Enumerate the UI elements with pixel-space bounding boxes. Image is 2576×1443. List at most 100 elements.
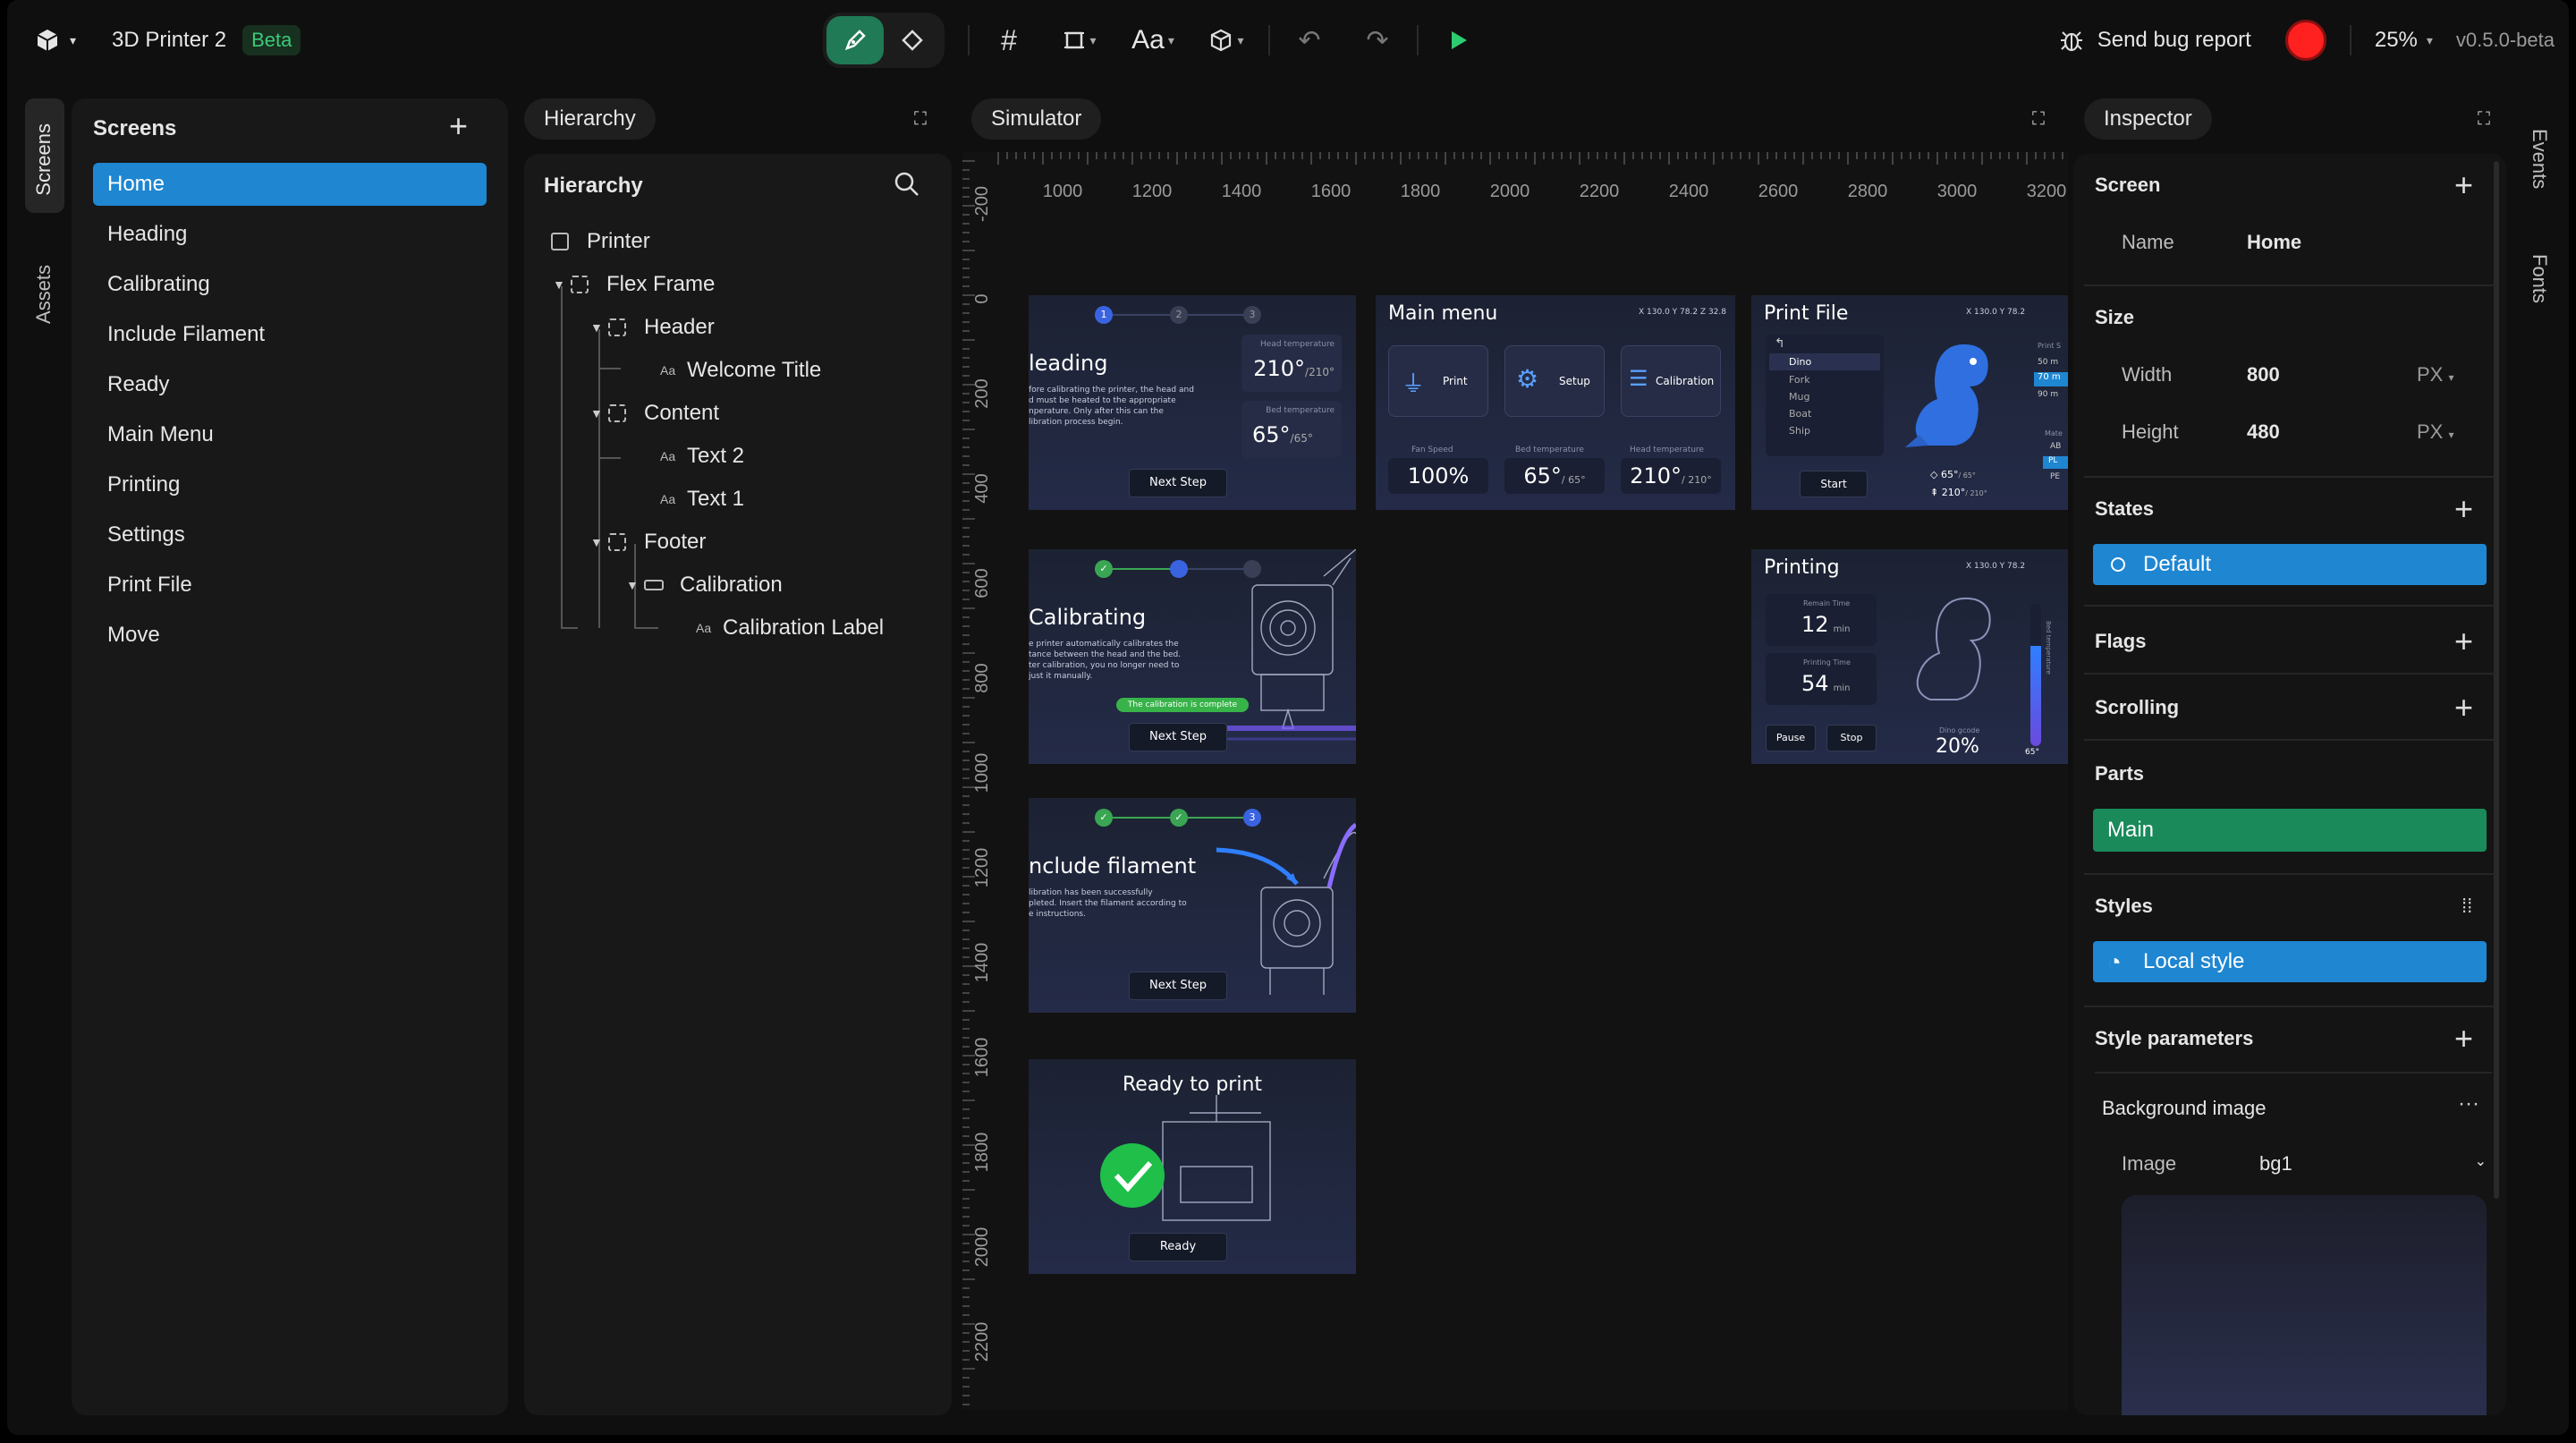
tree-node-text-1[interactable]: Aa Text 1 [660, 480, 744, 519]
screen-item-ready[interactable]: Ready [93, 363, 487, 406]
tab-events[interactable]: Events [2528, 129, 2551, 189]
next-step-button[interactable]: Next Step [1129, 972, 1227, 1000]
more-options-icon[interactable]: ··· [2458, 1091, 2479, 1116]
name-value[interactable]: Home [2247, 231, 2301, 254]
record-button[interactable] [2284, 20, 2326, 61]
inspector-expand-icon[interactable]: ⛶ [2478, 109, 2490, 130]
material-option[interactable]: PE [2050, 472, 2060, 481]
width-input[interactable]: 800 [2247, 363, 2280, 386]
bug-report-button[interactable]: Send bug report [2058, 27, 2251, 54]
caret-down-icon[interactable]: ▼ [590, 406, 608, 420]
add-screen-button[interactable]: + [449, 110, 468, 142]
screen-card-calibrating[interactable]: ✓ Calibrating e printer automatically ca… [1029, 549, 1356, 764]
tree-node-welcome-title[interactable]: Aa Welcome Title [660, 351, 821, 390]
screen-item-print-file[interactable]: Print File [93, 564, 487, 607]
speed-option[interactable]: 50 m [2038, 358, 2058, 367]
frame-tool-button[interactable]: ▾ [1048, 16, 1111, 64]
file-item[interactable]: Dino [1769, 353, 1880, 370]
tree-node-calibration-label[interactable]: Aa Calibration Label [696, 608, 884, 648]
screen-card-ready[interactable]: Ready to print Ready [1029, 1059, 1356, 1274]
pause-button[interactable]: Pause [1766, 725, 1816, 751]
design-mode-button[interactable] [826, 16, 884, 64]
tree-node-printer[interactable]: Printer [551, 222, 650, 261]
text-tool-button[interactable]: Aa ▾ [1122, 16, 1184, 64]
caret-down-icon[interactable]: ▼ [553, 277, 571, 292]
component-mode-button[interactable] [884, 16, 941, 64]
speed-option-selected[interactable]: 70 m [2034, 372, 2068, 386]
menu-tile-calibration[interactable]: ☰ Calibration [1621, 345, 1721, 417]
caret-down-icon[interactable]: ▼ [590, 535, 608, 549]
add-scrolling-button[interactable]: + [2454, 692, 2473, 724]
screen-item-printing[interactable]: Printing [93, 463, 487, 506]
height-input[interactable]: 480 [2247, 420, 2280, 444]
add-flag-button[interactable]: + [2454, 625, 2473, 658]
add-screen-property-button[interactable]: + [2454, 169, 2473, 201]
state-default-chip[interactable]: Default [2093, 544, 2487, 585]
image-select[interactable]: bg1 ⌄ [2259, 1152, 2487, 1176]
project-name[interactable]: 3D Printer 2 [112, 28, 226, 53]
material-option-selected[interactable]: PL [2043, 456, 2068, 469]
simulator-pill[interactable]: Simulator [971, 98, 1102, 140]
caret-down-icon[interactable]: ▼ [626, 578, 644, 592]
screen-item-move[interactable]: Move [93, 614, 487, 657]
redo-button[interactable]: ↷ [1349, 16, 1406, 64]
hierarchy-pill[interactable]: Hierarchy [524, 98, 656, 140]
tree-node-header[interactable]: ▼ Header [590, 308, 715, 347]
screen-card-main-menu[interactable]: Main menu X 130.0 Y 78.2 Z 32.8 ⏚ Print … [1376, 295, 1735, 510]
tree-node-footer[interactable]: ▼ Footer [590, 522, 706, 562]
ready-button[interactable]: Ready [1129, 1233, 1227, 1261]
stop-button[interactable]: Stop [1826, 725, 1877, 751]
screen-item-settings[interactable]: Settings [93, 514, 487, 556]
screen-item-home[interactable]: Home [93, 163, 487, 206]
grid-tool-button[interactable]: # [980, 16, 1038, 64]
simulator-canvas[interactable]: 1000 1200 1400 1600 1800 2000 2200 2400 2600 2800… [962, 152, 2068, 1410]
hierarchy-expand-icon[interactable]: ⛶ [914, 109, 927, 130]
file-item[interactable]: Boat [1766, 405, 1884, 422]
app-logo-icon[interactable] [34, 27, 61, 54]
file-item[interactable]: Mug [1766, 388, 1884, 405]
file-item[interactable]: Ship [1766, 422, 1884, 439]
tree-node-calibration[interactable]: ▼ Calibration [626, 565, 783, 605]
screen-item-heading[interactable]: Heading [93, 213, 487, 256]
inspector-pill[interactable]: Inspector [2084, 98, 2212, 140]
add-style-param-button[interactable]: + [2454, 1023, 2473, 1055]
material-option[interactable]: AB [2050, 442, 2061, 451]
run-button[interactable] [1429, 16, 1487, 64]
inspector-scrollbar[interactable] [2494, 161, 2499, 1199]
tab-fonts[interactable]: Fonts [2528, 254, 2551, 303]
screen-card-print-file[interactable]: Print File X 130.0 Y 78.2 ↰ Dino Fork Mu… [1751, 295, 2068, 510]
tree-node-flex-frame[interactable]: ▼ Flex Frame [553, 265, 715, 304]
screen-item-calibrating[interactable]: Calibrating [93, 263, 487, 306]
widget-tool-button[interactable]: ▾ [1195, 16, 1258, 64]
screen-card-include-filament[interactable]: ✓ ✓ 3 nclude filament libration has been… [1029, 798, 1356, 1013]
menu-tile-print[interactable]: ⏚ Print [1388, 345, 1488, 417]
speed-option[interactable]: 90 m [2038, 390, 2058, 399]
tree-node-content[interactable]: ▼ Content [590, 394, 719, 433]
next-step-button[interactable]: Next Step [1129, 469, 1227, 497]
screen-card-printing[interactable]: Printing X 130.0 Y 78.2 Remain Time 12 m… [1751, 549, 2068, 764]
file-item[interactable]: Fork [1766, 371, 1884, 388]
bed-temp-gauge [2030, 603, 2041, 746]
chevron-down-icon[interactable]: ▾ [70, 33, 76, 48]
zoom-select[interactable]: 25% ▾ [2375, 28, 2433, 53]
width-unit-select[interactable]: PX ▾ [2417, 363, 2454, 386]
tree-node-text-2[interactable]: Aa Text 2 [660, 437, 744, 476]
size-section-title: Size [2095, 306, 2135, 328]
back-icon[interactable]: ↰ [1766, 335, 1884, 352]
height-unit-select[interactable]: PX ▾ [2417, 420, 2454, 444]
screen-card-heading[interactable]: 1 2 3 leading fore calibrating the print… [1029, 295, 1356, 510]
add-state-button[interactable]: + [2454, 493, 2473, 525]
caret-down-icon[interactable]: ▼ [590, 320, 608, 335]
undo-button[interactable]: ↶ [1281, 16, 1338, 64]
menu-tile-setup[interactable]: ⚙ Setup [1504, 345, 1605, 417]
next-step-button[interactable]: Next Step [1129, 723, 1227, 751]
screen-item-include-filament[interactable]: Include Filament [93, 313, 487, 356]
tab-assets[interactable]: Assets [32, 265, 55, 324]
start-button[interactable]: Start [1800, 471, 1868, 497]
local-style-chip[interactable]: ◔ Local style [2093, 941, 2487, 982]
simulator-expand-icon[interactable]: ⛶ [2032, 109, 2045, 130]
tab-screens-label[interactable]: Screens [32, 123, 55, 196]
drag-handle-icon[interactable]: ⁞⁞ [2462, 895, 2472, 918]
screen-item-main-menu[interactable]: Main Menu [93, 413, 487, 456]
part-main-chip[interactable]: Main [2093, 809, 2487, 852]
